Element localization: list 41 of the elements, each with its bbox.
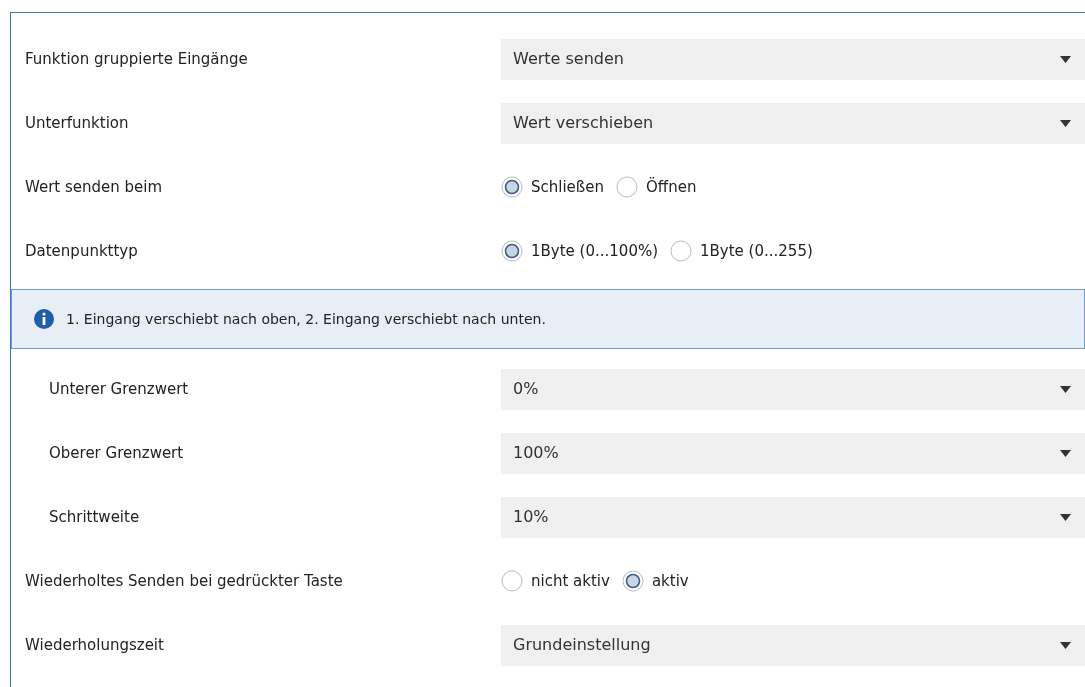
parameter-label: Datenpunkttyp (24, 240, 139, 262)
caret-icon (1060, 449, 1071, 457)
radio-button[interactable] (501, 570, 523, 592)
caret-icon (1060, 641, 1071, 649)
radio-button[interactable] (501, 240, 523, 262)
radio-button[interactable] (621, 570, 644, 592)
radio-button[interactable] (501, 176, 523, 198)
dropdown[interactable]: 100% (501, 432, 1085, 474)
parameter-label: Wiederholungszeit (24, 634, 165, 656)
parameter-label: Schrittweite (48, 506, 141, 528)
radio-option[interactable]: 1Byte (0...100%) (501, 239, 659, 263)
caret-icon (1060, 55, 1071, 63)
dropdown[interactable]: Werte senden (501, 38, 1085, 80)
dropdown[interactable]: Grundeinstellung (501, 624, 1085, 666)
dropdown-value: 100% (513, 442, 559, 464)
radio-option[interactable]: nicht aktiv (501, 569, 610, 593)
caret-icon (1060, 119, 1071, 127)
parameter-label: Wiederholtes Senden bei gedrückter Taste (24, 570, 344, 592)
radio-option[interactable]: Schließen (501, 175, 605, 199)
parameter-label: Wert senden beim (24, 176, 164, 198)
radio-option[interactable]: 1Byte (0...255) (670, 239, 813, 263)
dropdown-value: Werte senden (513, 48, 624, 70)
caret-icon (1060, 385, 1071, 393)
parameter-label: Oberer Grenzwert (48, 442, 185, 464)
parameter-label: Unterfunktion (24, 112, 130, 134)
caret-icon (1060, 513, 1071, 521)
parameter-label: Unterer Grenzwert (48, 378, 190, 400)
info-icon (34, 309, 54, 329)
radio-option[interactable]: aktiv (621, 569, 689, 593)
dropdown[interactable]: Wert verschieben (501, 102, 1085, 144)
info-text: 1. Eingang verschiebt nach oben, 2. Eingang verschiebt nach unten. (66, 309, 546, 329)
radio-option[interactable]: Öffnen (616, 175, 697, 199)
radio-button[interactable] (616, 176, 639, 198)
dropdown[interactable]: 0% (501, 368, 1085, 410)
radio-button[interactable] (670, 240, 693, 262)
dropdown-value: Wert verschieben (513, 112, 654, 134)
dropdown[interactable]: 10% (501, 496, 1085, 538)
dropdown-value: Grundeinstellung (513, 634, 651, 656)
dropdown-value: 10% (513, 506, 549, 528)
parameter-label: Funktion gruppierte Eingänge (24, 48, 249, 70)
dropdown-value: 0% (513, 378, 539, 400)
